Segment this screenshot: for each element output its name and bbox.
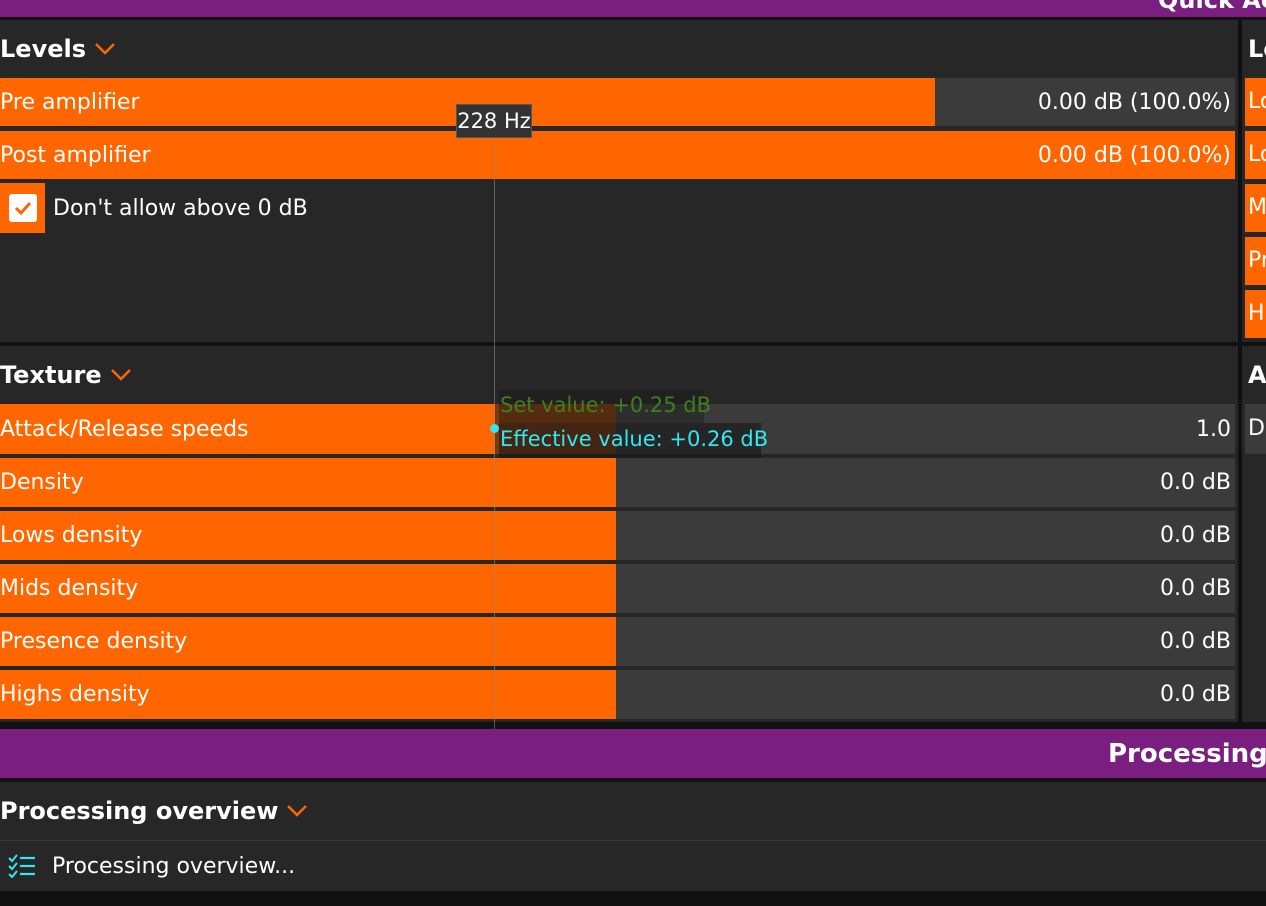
attack-release-label: Attack/Release speeds	[0, 416, 249, 442]
checkbox-label: Don't allow above 0 dB	[53, 195, 308, 221]
processing-divider	[0, 840, 1266, 841]
right-slider-2[interactable]: Lo	[1245, 131, 1266, 179]
right-slider-4-label: Pr	[1248, 248, 1266, 273]
density-value: 0.0 dB	[1159, 470, 1231, 495]
density-fill	[0, 458, 616, 507]
processing-section-header[interactable]: Processing overview	[0, 797, 308, 825]
processing-header-title: Processing c	[1108, 739, 1266, 769]
right-panel-lower: A D	[1242, 346, 1266, 722]
post-amplifier-value: 0.00 dB (100.0%)	[1037, 142, 1231, 168]
frequency-tooltip: 228 Hz	[456, 104, 532, 138]
lows-density-value: 0.0 dB	[1159, 523, 1231, 548]
post-amplifier-label: Post amplifier	[0, 142, 151, 168]
presence-density-label: Presence density	[0, 629, 188, 654]
right-slider-1[interactable]: Lo	[1245, 78, 1266, 126]
presence-density-value: 0.0 dB	[1159, 629, 1231, 654]
right-slider-5[interactable]: H	[1245, 290, 1266, 338]
right-slider-6[interactable]: D	[1245, 404, 1266, 454]
dont-allow-above-0db-checkbox[interactable]: Don't allow above 0 dB	[0, 183, 308, 233]
right-section1-title: Le	[1248, 35, 1266, 63]
quick-access-title: Quick Ac	[1158, 0, 1266, 14]
density-slider[interactable]: Density 0.0 dB	[0, 458, 1235, 507]
set-value-text: Set value: +0.25 dB	[500, 393, 712, 417]
right-slider-4[interactable]: Pr	[1245, 237, 1266, 285]
right-slider-5-label: H	[1248, 301, 1265, 326]
right-section2-title: A	[1248, 361, 1266, 389]
processing-overview-item[interactable]: Processing overview...	[0, 846, 295, 886]
levels-title: Levels	[0, 35, 87, 63]
post-amplifier-slider[interactable]: Post amplifier 0.00 dB (100.0%)	[0, 131, 1235, 179]
frequency-cursor-line	[494, 104, 495, 736]
lows-density-label: Lows density	[0, 523, 143, 548]
density-label: Density	[0, 470, 84, 495]
pre-amplifier-value: 0.00 dB (100.0%)	[1037, 89, 1231, 115]
texture-section-header[interactable]: Texture	[0, 361, 132, 389]
attack-release-value: 1.0	[1196, 416, 1231, 442]
right-slider-6-label: D	[1248, 416, 1265, 441]
processing-panel: Processing overview Processing overview.…	[0, 782, 1266, 891]
chevron-down-icon	[286, 804, 308, 818]
right-slider-1-label: Lo	[1248, 89, 1266, 114]
pre-amplifier-slider[interactable]: Pre amplifier 0.00 dB (100.0%)	[0, 78, 1235, 126]
highs-density-value: 0.0 dB	[1159, 682, 1231, 707]
right-slider-2-label: Lo	[1248, 142, 1266, 167]
pre-amplifier-label: Pre amplifier	[0, 89, 140, 115]
right-slider-3-label: M	[1248, 195, 1266, 220]
mids-density-value: 0.0 dB	[1159, 576, 1231, 601]
mids-density-slider[interactable]: Mids density 0.0 dB	[0, 564, 1235, 613]
processing-header: Processing c	[0, 729, 1266, 778]
quick-access-header: Quick Ac	[0, 0, 1266, 17]
mids-density-label: Mids density	[0, 576, 139, 601]
processing-title: Processing overview	[0, 797, 279, 825]
check-icon	[8, 194, 37, 222]
chevron-down-icon	[94, 42, 116, 56]
texture-title: Texture	[0, 361, 102, 389]
processing-overview-label: Processing overview...	[52, 853, 296, 879]
frequency-value: 228 Hz	[457, 109, 531, 133]
checkbox-box[interactable]	[0, 183, 45, 233]
chevron-down-icon	[110, 368, 132, 382]
lows-density-slider[interactable]: Lows density 0.0 dB	[0, 511, 1235, 560]
presence-density-slider[interactable]: Presence density 0.0 dB	[0, 617, 1235, 666]
levels-panel: Levels Pre amplifier 0.00 dB (100.0%) Po…	[0, 20, 1238, 342]
checklist-icon	[8, 854, 36, 878]
highs-density-label: Highs density	[0, 682, 150, 707]
levels-section-header[interactable]: Levels	[0, 35, 116, 63]
right-panel-upper: Le Lo Lo M Pr H	[1242, 20, 1266, 342]
highs-density-slider[interactable]: Highs density 0.0 dB	[0, 670, 1235, 719]
cursor-dot	[490, 424, 499, 433]
right-slider-3[interactable]: M	[1245, 184, 1266, 232]
effective-value-text: Effective value: +0.26 dB	[500, 427, 769, 451]
